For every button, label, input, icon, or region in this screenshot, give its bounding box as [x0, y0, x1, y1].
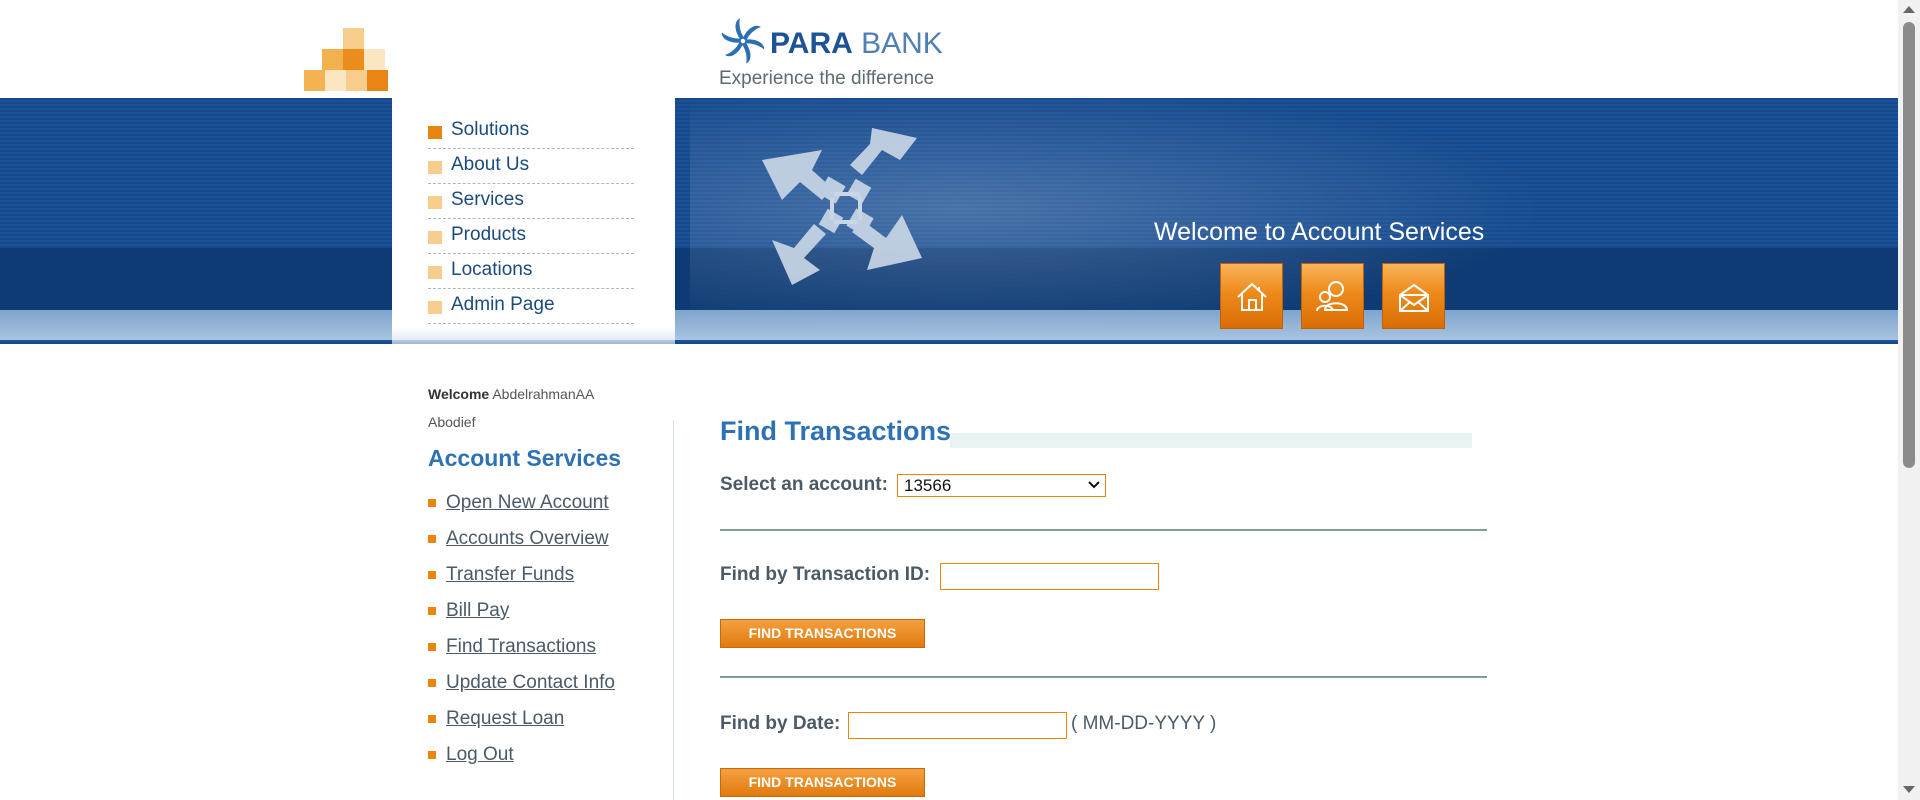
top-menu-item-admin-page: Admin Page — [428, 289, 634, 324]
home-button[interactable] — [1220, 263, 1283, 329]
find-by-date-label: Find by Date: — [720, 713, 841, 734]
menu-bullet-icon — [428, 196, 442, 209]
top-menu: Solutions About Us Services Products Loc… — [428, 114, 634, 324]
top-menu-item-locations: Locations — [428, 254, 634, 289]
mail-icon — [1399, 283, 1429, 312]
title-underline-bar — [950, 433, 1472, 448]
bullet-icon — [428, 751, 436, 759]
top-menu-item-about-us: About Us — [428, 149, 634, 184]
contact-icon — [1316, 281, 1349, 312]
account-services-title: Account Services — [428, 445, 622, 471]
transfer-funds-link[interactable]: Transfer Funds — [446, 564, 574, 586]
menu-bullet-icon — [428, 161, 442, 174]
menu-bullet-icon — [428, 126, 442, 139]
account-select[interactable]: 13566 — [897, 474, 1106, 497]
menu-bullet-icon — [428, 231, 442, 244]
brand-name: PARA BANK — [770, 27, 943, 61]
top-menu-link-about-us[interactable]: About Us — [451, 154, 529, 176]
page-title: Find Transactions — [720, 416, 952, 446]
select-account-label: Select an account: — [720, 474, 888, 495]
section-divider — [720, 676, 1487, 678]
parabank-logo-icon — [721, 18, 765, 64]
log-out-link[interactable]: Log Out — [446, 744, 514, 766]
welcome-message: Welcome AbdelrahmanAA Abodief — [428, 380, 628, 436]
scrollbar-thumb[interactable] — [1903, 22, 1915, 468]
top-menu-link-admin-page[interactable]: Admin Page — [451, 294, 555, 316]
top-menu-item-services: Services — [428, 184, 634, 219]
bullet-icon — [428, 499, 436, 507]
open-new-account-link[interactable]: Open New Account — [446, 492, 609, 514]
brand-tagline: Experience the difference — [719, 68, 935, 89]
scroll-up-arrow-icon[interactable] — [1903, 6, 1915, 13]
bill-pay-link[interactable]: Bill Pay — [446, 600, 509, 622]
find-by-id-label: Find by Transaction ID: — [720, 564, 931, 585]
header-banner — [0, 98, 1898, 344]
brand-name-bold: PARA — [770, 27, 853, 60]
transaction-id-input[interactable] — [940, 563, 1159, 590]
find-by-id-label-text: Find by Transaction ID — [720, 564, 924, 585]
home-icon — [1237, 282, 1267, 311]
bullet-icon — [428, 679, 436, 687]
find-transactions-link[interactable]: Find Transactions — [446, 636, 596, 658]
bullet-icon — [428, 571, 436, 579]
sidebar-divider — [673, 420, 674, 800]
top-menu-link-solutions[interactable]: Solutions — [451, 119, 529, 141]
menu-bullet-icon — [428, 301, 442, 314]
top-menu-link-services[interactable]: Services — [451, 189, 524, 211]
top-menu-item-solutions: Solutions — [428, 114, 634, 149]
welcome-label: Welcome — [428, 386, 490, 402]
section-divider — [720, 529, 1487, 531]
scroll-down-arrow-icon[interactable] — [1903, 786, 1915, 793]
top-menu-link-products[interactable]: Products — [451, 224, 526, 246]
brand-name-light: BANK — [852, 27, 943, 60]
bullet-icon — [428, 607, 436, 615]
top-menu-link-locations[interactable]: Locations — [451, 259, 532, 281]
page: PARA BANK Experience the difference Solu… — [0, 0, 1920, 800]
contact-button[interactable] — [1382, 263, 1445, 329]
find-by-date-button[interactable]: FIND TRANSACTIONS — [720, 768, 925, 797]
update-contact-info-link[interactable]: Update Contact Info — [446, 672, 615, 694]
bullet-icon — [428, 715, 436, 723]
account-select-value: 13566 — [904, 476, 952, 495]
find-by-date-label-text: Find by Date — [720, 713, 835, 734]
parabank-logo[interactable]: PARA BANK — [720, 18, 980, 66]
find-by-id-button[interactable]: FIND TRANSACTIONS — [720, 619, 925, 648]
bullet-icon — [428, 535, 436, 543]
top-menu-item-products: Products — [428, 219, 634, 254]
accounts-overview-link[interactable]: Accounts Overview — [446, 528, 609, 550]
decorative-blocks — [304, 28, 394, 98]
menu-bullet-icon — [428, 266, 442, 279]
banner-welcome-text: Welcome to Account Services — [1154, 218, 1485, 246]
date-format-hint: ( MM-DD-YYYY ) — [1071, 713, 1217, 734]
network-arrows-graphic — [762, 128, 922, 285]
vertical-scrollbar[interactable] — [1898, 0, 1920, 800]
date-input[interactable] — [848, 712, 1067, 739]
about-button[interactable] — [1301, 263, 1364, 329]
chevron-down-icon — [1088, 481, 1100, 489]
bullet-icon — [428, 643, 436, 651]
request-loan-link[interactable]: Request Loan — [446, 708, 564, 730]
select-account-label-text: Select an account — [720, 474, 882, 495]
